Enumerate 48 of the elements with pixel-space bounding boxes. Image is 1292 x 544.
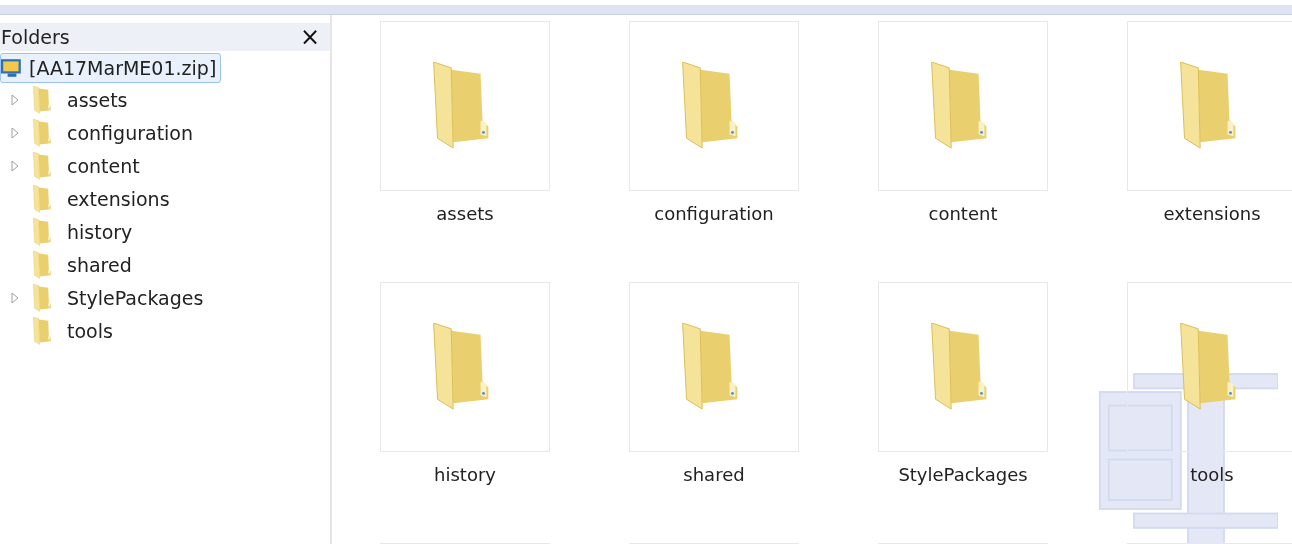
- computer-icon: [1, 57, 23, 79]
- folder-icon: [30, 316, 54, 345]
- folder-tile[interactable]: [380, 21, 550, 191]
- folder-icon: [1178, 323, 1238, 411]
- tree-item[interactable]: StylePackages: [67, 286, 204, 309]
- folder-name[interactable]: tools: [1190, 464, 1234, 485]
- pane-title: Folders: [1, 26, 70, 48]
- folder-name[interactable]: StylePackages: [898, 464, 1028, 485]
- expand-icon[interactable]: [11, 93, 19, 106]
- folder-icon: [30, 217, 54, 246]
- folder-icon: [30, 85, 54, 114]
- folder-icon: [431, 62, 491, 150]
- folder-name[interactable]: assets: [436, 203, 494, 224]
- tree-item[interactable]: configuration: [67, 121, 194, 144]
- folder-icon: [1178, 62, 1238, 150]
- expand-icon[interactable]: [11, 126, 19, 139]
- folder-icon: [929, 323, 989, 411]
- close-button[interactable]: ×: [297, 25, 322, 49]
- folder-name[interactable]: history: [434, 464, 496, 485]
- folder-name[interactable]: configuration: [654, 203, 774, 224]
- tree-root-item[interactable]: [AA17MarME01.zip]: [0, 53, 222, 83]
- folder-tile[interactable]: [1127, 282, 1292, 452]
- folder-tile[interactable]: [1127, 21, 1292, 191]
- expand-icon[interactable]: [11, 291, 19, 304]
- tree-item[interactable]: extensions: [67, 187, 170, 210]
- folder-name[interactable]: content: [928, 203, 998, 224]
- folder-tile[interactable]: [629, 282, 799, 452]
- folder-icon: [30, 250, 54, 279]
- expand-icon[interactable]: [11, 159, 19, 172]
- folder-icon: [30, 151, 54, 180]
- folder-tile[interactable]: [878, 21, 1048, 191]
- folder-icon: [30, 184, 54, 213]
- folder-icon: [680, 62, 740, 150]
- folder-icon: [431, 323, 491, 411]
- folder-name[interactable]: shared: [683, 464, 745, 485]
- folder-icon: [680, 323, 740, 411]
- tree-item[interactable]: tools: [67, 319, 113, 342]
- tree-item[interactable]: history: [67, 220, 133, 243]
- tree-item[interactable]: assets: [67, 88, 128, 111]
- folder-tile[interactable]: [629, 21, 799, 191]
- folder-icon: [30, 283, 54, 312]
- folder-icon: [30, 118, 54, 147]
- folder-name[interactable]: extensions: [1163, 203, 1261, 224]
- folder-tile[interactable]: [380, 282, 550, 452]
- tree-item[interactable]: content: [67, 154, 140, 177]
- folder-icon: [929, 62, 989, 150]
- tree-item[interactable]: shared: [67, 253, 132, 276]
- folder-tile[interactable]: [878, 282, 1048, 452]
